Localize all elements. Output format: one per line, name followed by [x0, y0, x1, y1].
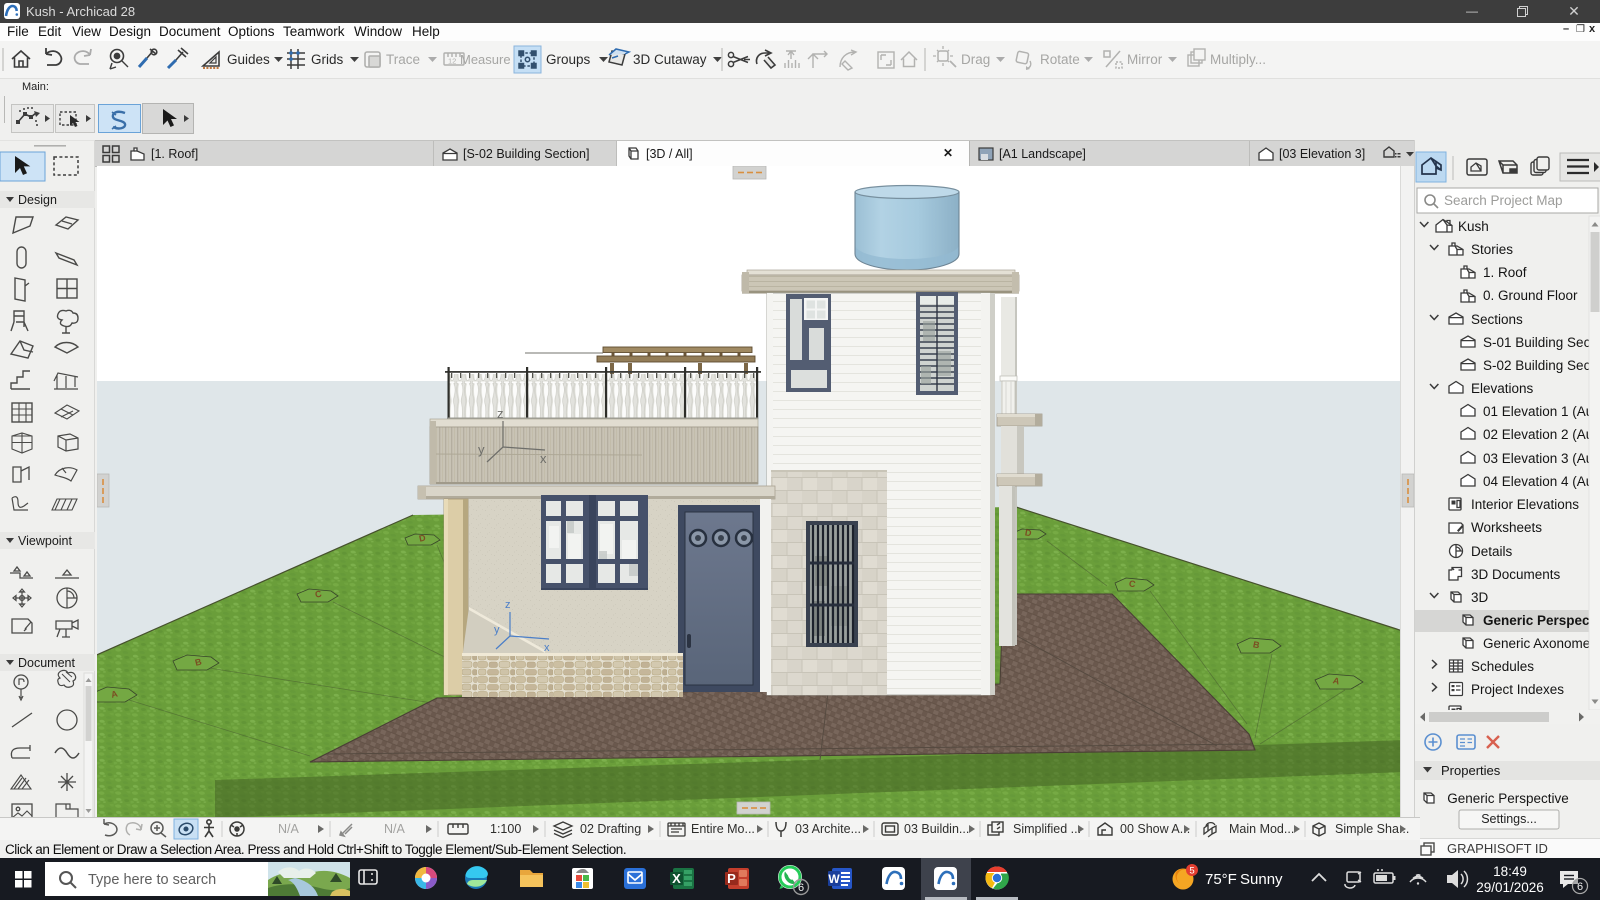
svg-text:y: y [494, 624, 500, 636]
svg-text:Simplified ...: Simplified ... [1013, 822, 1081, 836]
svg-text:Design: Design [18, 193, 57, 207]
svg-text:Main Mod...: Main Mod... [1229, 822, 1294, 836]
svg-text:Viewpoint: Viewpoint [18, 534, 73, 548]
svg-text:Groups: Groups [546, 52, 591, 67]
svg-text:Sunny: Sunny [1240, 871, 1283, 888]
svg-text:Document: Document [18, 656, 75, 670]
svg-text:Guides: Guides [227, 52, 270, 67]
svg-text:Type here to search: Type here to search [88, 872, 216, 888]
svg-text:N/A: N/A [384, 822, 406, 836]
svg-text:Generic Axonometry: Generic Axonometry [1483, 636, 1600, 651]
svg-text:3D Documents: 3D Documents [1471, 567, 1561, 582]
svg-text:Kush: Kush [1458, 219, 1489, 234]
svg-text:00 Show A...: 00 Show A... [1120, 822, 1190, 836]
svg-text:Schedules: Schedules [1471, 659, 1534, 674]
svg-text:Generic Perspectiv: Generic Perspectiv [1483, 613, 1600, 628]
svg-text:5: 5 [1189, 866, 1194, 877]
svg-text:X: X [672, 871, 681, 886]
svg-text:Search Project Map: Search Project Map [1444, 193, 1563, 208]
svg-text:z: z [505, 599, 511, 611]
svg-text:Stories: Stories [1471, 242, 1513, 257]
svg-text:18:49: 18:49 [1493, 864, 1527, 879]
svg-text:04 Elevation 4 (Auto: 04 Elevation 4 (Auto [1483, 474, 1600, 489]
svg-text:Project Indexes: Project Indexes [1471, 682, 1564, 697]
svg-text:P: P [727, 871, 736, 886]
svg-text:Drag: Drag [961, 52, 990, 67]
svg-text:3D Cutaway: 3D Cutaway [633, 52, 707, 67]
svg-text:Mirror: Mirror [1127, 52, 1163, 67]
svg-text:12: 12 [448, 57, 456, 66]
svg-text:Interior Elevations: Interior Elevations [1471, 497, 1579, 512]
svg-text:1. Roof: 1. Roof [1483, 265, 1527, 280]
svg-text:S-02 Building Sectio: S-02 Building Sectio [1483, 358, 1600, 373]
svg-text:Properties: Properties [1441, 763, 1501, 778]
svg-text:y: y [478, 442, 485, 457]
svg-text:x: x [540, 451, 547, 466]
svg-text:02 Elevation 2 (Auto: 02 Elevation 2 (Auto [1483, 427, 1600, 442]
svg-text:Elevations: Elevations [1471, 381, 1534, 396]
svg-text:03 Buildin...: 03 Buildin... [904, 822, 969, 836]
svg-text:Grids: Grids [311, 52, 344, 67]
svg-text:Generic Perspective: Generic Perspective [1447, 791, 1569, 806]
svg-text:3D: 3D [1471, 590, 1489, 605]
svg-text:Multiply...: Multiply... [1210, 52, 1266, 67]
svg-text:Rotate: Rotate [1040, 52, 1080, 67]
svg-text:Entire Mo...: Entire Mo... [691, 822, 755, 836]
svg-text:02 Drafting: 02 Drafting [580, 822, 641, 836]
svg-text:Trace: Trace [386, 52, 420, 67]
svg-text:W: W [828, 872, 840, 886]
svg-text:01 Elevation 1 (Auto: 01 Elevation 1 (Auto [1483, 404, 1600, 419]
svg-text:6: 6 [798, 882, 804, 894]
svg-text:Settings...: Settings... [1481, 812, 1537, 826]
svg-text:S-01 Building Sectio: S-01 Building Sectio [1483, 335, 1600, 350]
svg-text:Measure: Measure [460, 52, 511, 67]
svg-text:N/A: N/A [278, 822, 300, 836]
svg-text:29/01/2026: 29/01/2026 [1476, 880, 1544, 895]
svg-text:0. Ground Floor: 0. Ground Floor [1483, 288, 1578, 303]
svg-text:6: 6 [1577, 881, 1583, 893]
svg-text:Sections: Sections [1471, 312, 1523, 327]
svg-text:03 Elevation 3 (Auto: 03 Elevation 3 (Auto [1483, 451, 1600, 466]
svg-text:03 Archite...: 03 Archite... [795, 822, 861, 836]
svg-text:1:100: 1:100 [490, 822, 521, 836]
svg-text:75°F: 75°F [1205, 871, 1237, 888]
svg-text:Simple Sha...: Simple Sha... [1335, 822, 1409, 836]
svg-text:Worksheets: Worksheets [1471, 520, 1542, 535]
svg-text:Details: Details [1471, 544, 1513, 559]
svg-text:x: x [544, 642, 550, 654]
svg-text:z: z [497, 406, 504, 421]
